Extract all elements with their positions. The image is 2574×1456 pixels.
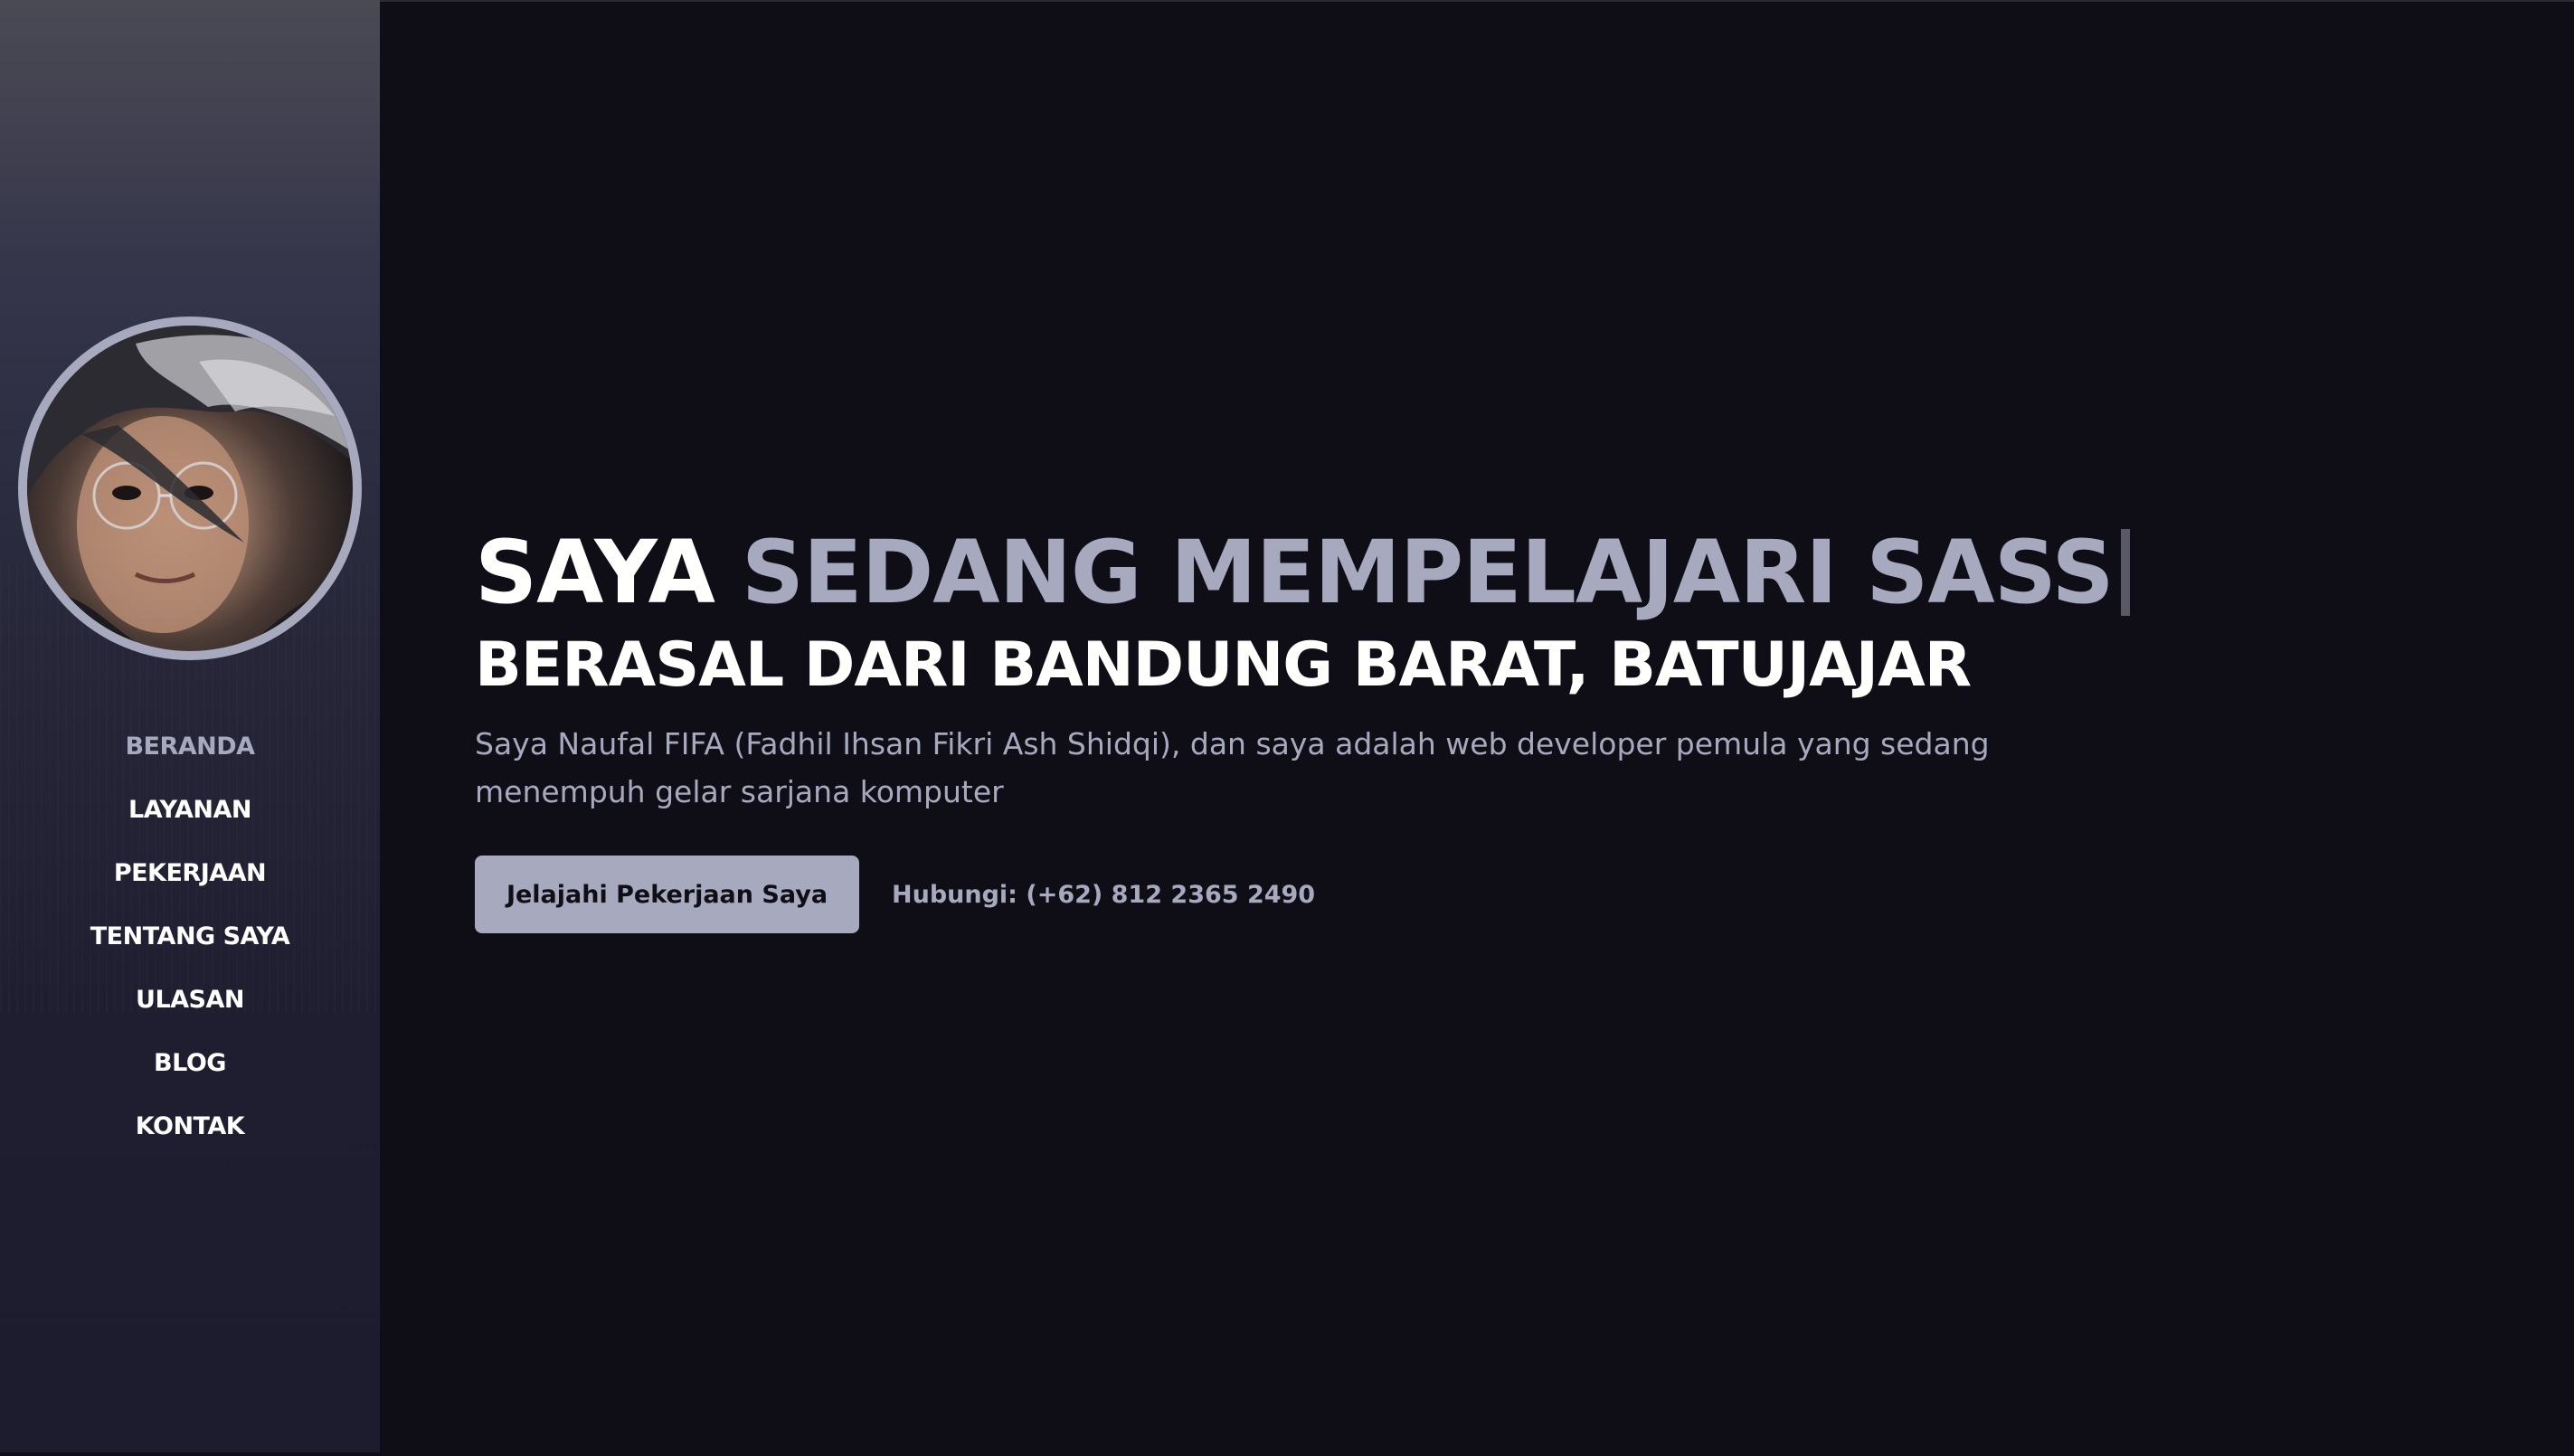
nav-item-kontak: KONTAK	[0, 1094, 380, 1158]
sidebar: BERANDA LAYANAN PEKERJAAN TENTANG SAYA U…	[0, 0, 380, 1452]
hero-section: SAYA SEDANG MEMPELAJARI SASS BERASAL DAR…	[475, 523, 2284, 933]
nav-link-kontak[interactable]: KONTAK	[136, 1112, 245, 1140]
nav-link-pekerjaan[interactable]: PEKERJAAN	[114, 859, 267, 887]
top-border	[0, 0, 2574, 2]
sidebar-nav: BERANDA LAYANAN PEKERJAAN TENTANG SAYA U…	[0, 714, 380, 1158]
nav-item-beranda: BERANDA	[0, 714, 380, 778]
nav-link-tentang-saya[interactable]: TENTANG SAYA	[90, 922, 290, 950]
contact-phone-link[interactable]: Hubungi: (+62) 812 2365 2490	[892, 881, 1315, 909]
hero-intro: Saya Naufal FIFA (Fadhil Ihsan Fikri Ash…	[475, 726, 1990, 809]
explore-work-button[interactable]: Jelajahi Pekerjaan Saya	[475, 856, 859, 933]
avatar-ring	[18, 317, 362, 660]
nav-link-beranda[interactable]: BERANDA	[125, 733, 255, 761]
nav-item-blog: BLOG	[0, 1031, 380, 1094]
nav-item-layanan: LAYANAN	[0, 778, 380, 841]
nav-item-ulasan: ULASAN	[0, 968, 380, 1031]
profile-photo-icon	[27, 326, 353, 651]
headline-typed-text: SEDANG MEMPELAJARI SASS	[741, 522, 2115, 623]
headline-static: SAYA	[475, 522, 715, 623]
nav-item-tentang-saya: TENTANG SAYA	[0, 904, 380, 968]
nav-link-ulasan[interactable]: ULASAN	[136, 986, 244, 1014]
nav-item-pekerjaan: PEKERJAAN	[0, 841, 380, 904]
page: BERANDA LAYANAN PEKERJAAN TENTANG SAYA U…	[0, 0, 2574, 1456]
hero-actions: Jelajahi Pekerjaan Saya Hubungi: (+62) 8…	[475, 856, 2284, 933]
avatar	[27, 326, 353, 651]
typing-caret	[2120, 529, 2130, 616]
nav-link-blog[interactable]: BLOG	[154, 1049, 226, 1077]
hero-headline: SAYA SEDANG MEMPELAJARI SASS	[475, 523, 2284, 622]
hero-subheadline: BERASAL DARI BANDUNG BARAT, BATUJAJAR	[475, 629, 1972, 701]
nav-link-layanan[interactable]: LAYANAN	[128, 796, 251, 824]
